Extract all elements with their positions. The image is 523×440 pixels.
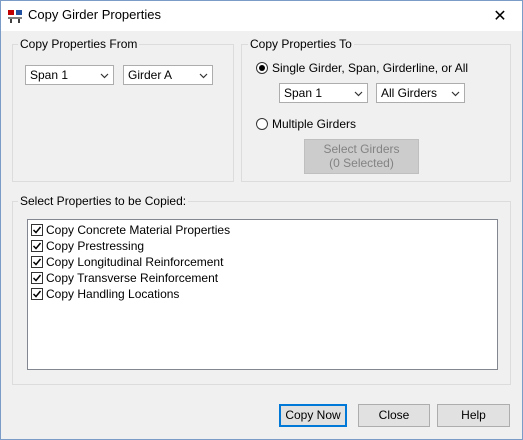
chevron-down-icon	[451, 91, 460, 97]
property-label: Copy Longitudinal Reinforcement	[46, 255, 224, 269]
checkbox-checked-icon[interactable]	[31, 272, 43, 284]
select-girders-count: (0 Selected)	[329, 156, 394, 170]
select-girders-button[interactable]: Select Girders (0 Selected)	[304, 139, 419, 174]
to-span-value: Span 1	[284, 86, 323, 100]
chevron-down-icon	[100, 73, 109, 79]
to-girder-select[interactable]: All Girders	[376, 83, 465, 103]
girder-app-icon	[7, 8, 23, 24]
properties-label: Select Properties to be Copied:	[18, 194, 189, 208]
to-span-select[interactable]: Span 1	[279, 83, 368, 103]
close-icon: ✕	[493, 7, 507, 25]
list-item[interactable]: Copy Transverse Reinforcement	[31, 270, 497, 286]
checkbox-checked-icon[interactable]	[31, 256, 43, 268]
list-item[interactable]: Copy Concrete Material Properties	[31, 222, 497, 238]
window-title: Copy Girder Properties	[28, 7, 161, 22]
copy-now-button[interactable]: Copy Now	[279, 404, 347, 427]
copy-from-label: Copy Properties From	[18, 37, 140, 51]
chevron-down-icon	[199, 73, 208, 79]
checkbox-checked-icon[interactable]	[31, 224, 43, 236]
single-girder-label: Single Girder, Span, Girderline, or All	[272, 61, 469, 75]
radio-selected-icon	[256, 62, 268, 74]
to-girder-value: All Girders	[381, 86, 438, 100]
chevron-down-icon	[354, 91, 363, 97]
property-label: Copy Handling Locations	[46, 287, 180, 301]
from-girder-value: Girder A	[128, 68, 173, 82]
copy-to-label: Copy Properties To	[248, 37, 354, 51]
single-girder-radio[interactable]: Single Girder, Span, Girderline, or All	[256, 61, 468, 75]
property-label: Copy Transverse Reinforcement	[46, 271, 219, 285]
multiple-girders-label: Multiple Girders	[272, 117, 357, 131]
list-item[interactable]: Copy Handling Locations	[31, 286, 497, 302]
properties-checklist[interactable]: Copy Concrete Material Properties Copy P…	[27, 219, 498, 370]
property-label: Copy Concrete Material Properties	[46, 223, 231, 237]
from-span-select[interactable]: Span 1	[25, 65, 114, 85]
multiple-girders-radio[interactable]: Multiple Girders	[256, 117, 356, 131]
checkbox-checked-icon[interactable]	[31, 288, 43, 300]
checkbox-checked-icon[interactable]	[31, 240, 43, 252]
help-button[interactable]: Help	[437, 404, 510, 427]
close-button[interactable]: Close	[358, 404, 430, 427]
property-label: Copy Prestressing	[46, 239, 145, 253]
select-girders-label: Select Girders	[323, 142, 400, 156]
from-span-value: Span 1	[30, 68, 69, 82]
list-item[interactable]: Copy Prestressing	[31, 238, 497, 254]
close-window-button[interactable]: ✕	[478, 1, 522, 30]
from-girder-select[interactable]: Girder A	[123, 65, 213, 85]
radio-unselected-icon	[256, 118, 268, 130]
list-item[interactable]: Copy Longitudinal Reinforcement	[31, 254, 497, 270]
title-bar: Copy Girder Properties ✕	[0, 0, 523, 31]
